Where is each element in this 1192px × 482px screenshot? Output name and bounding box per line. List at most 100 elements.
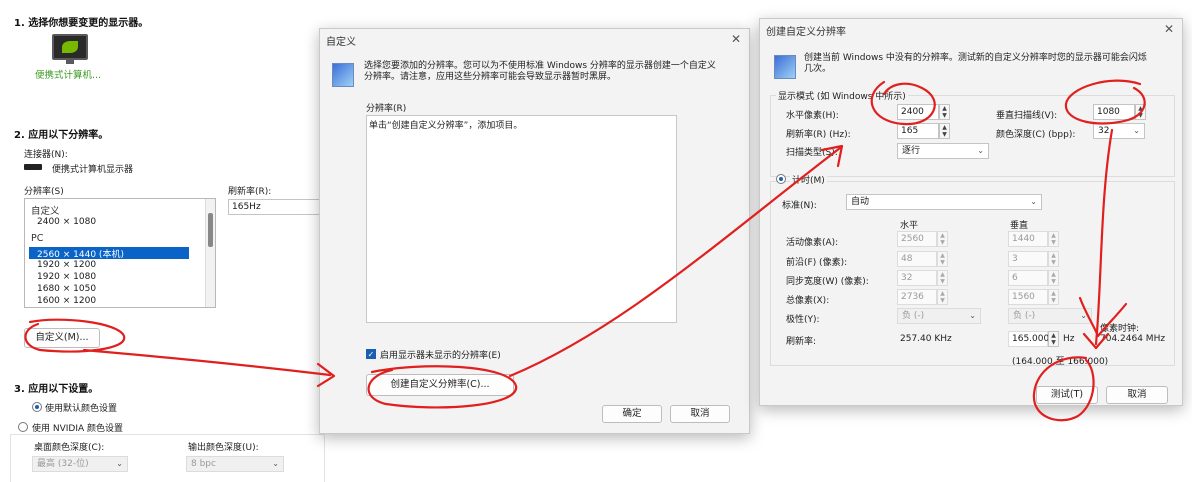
scan-type-value: 逐行 xyxy=(902,146,921,156)
output-depth-select[interactable]: 8 bpc ⌄ xyxy=(186,456,284,472)
refresh-rate-label: 刷新率(R) (Hz): xyxy=(786,130,851,140)
active-h-stepper[interactable]: ▲ ▼ xyxy=(937,231,948,247)
checkbox-label: 启用显示器未显示的分辨率(E) xyxy=(380,351,501,361)
v-lines-input[interactable]: 1080 xyxy=(1093,104,1135,120)
color-depth-select[interactable]: 32 ⌄ xyxy=(1093,123,1145,139)
front-v-input[interactable]: 3 xyxy=(1008,251,1048,267)
total-h-input[interactable]: 2736 xyxy=(897,289,937,305)
custom-dialog: 自定义 ✕ 选择您要添加的分辨率。您可以为不使用标准 Windows 分辨率的显… xyxy=(319,28,750,434)
dialog-description: 创建当前 Windows 中没有的分辨率。测试新的自定义分辨率时您的显示器可能会… xyxy=(804,53,1147,74)
refresh-rate-result-label: 刷新率: xyxy=(786,337,817,347)
list-item[interactable]: 1920 × 1080 xyxy=(37,272,96,282)
radio-nvidia-color[interactable] xyxy=(18,422,28,432)
dialog-title: 自定义 xyxy=(326,37,356,48)
front-h-input[interactable]: 48 xyxy=(897,251,937,267)
refresh-range: (164.000 至 166.000) xyxy=(1012,357,1109,367)
timing-radio[interactable] xyxy=(776,174,786,184)
scan-type-select[interactable]: 逐行 ⌄ xyxy=(897,143,989,159)
desktop-depth-select[interactable]: 最高 (32-位) ⌄ xyxy=(32,456,128,472)
polarity-h-select[interactable]: 负 (-) ⌄ xyxy=(897,308,981,324)
refresh-select[interactable]: 165Hz xyxy=(228,199,320,215)
total-pixels-label: 总像素(X): xyxy=(786,296,830,306)
connector-label: 连接器(N): xyxy=(24,150,68,160)
list-group-custom: 自定义 xyxy=(31,206,60,217)
desktop-depth-value: 最高 (32-位) xyxy=(37,459,89,469)
refresh-hz-stepper[interactable]: ▲ ▼ xyxy=(1048,331,1059,347)
front-porch-label: 前沿(F) (像素): xyxy=(786,258,848,268)
color-depth-value: 32 xyxy=(1098,126,1110,136)
timing-label: 计时(M) xyxy=(790,173,827,186)
radio-default-color[interactable] xyxy=(32,402,42,412)
desktop-depth-label: 桌面颜色深度(C): xyxy=(34,443,105,453)
total-v-stepper[interactable]: ▲ ▼ xyxy=(1048,289,1059,305)
list-scrollbar[interactable] xyxy=(205,199,215,307)
list-item[interactable]: 2400 × 1080 xyxy=(37,217,96,227)
h-pixels-stepper[interactable]: ▲ ▼ xyxy=(939,104,950,120)
list-group-pc: PC xyxy=(31,233,44,244)
pixel-clock-label: 像素时钟: xyxy=(1100,324,1140,334)
pixel-clock-value: 704.2464 MHz xyxy=(1100,334,1166,344)
sync-width-label: 同步宽度(W) (像素): xyxy=(786,277,869,287)
h-pixels-input[interactable]: 2400 xyxy=(897,104,939,120)
resolution-list[interactable]: 自定义 2400 × 1080 PC 2560 × 1440 (本机) 1920… xyxy=(24,198,216,308)
active-h-input[interactable]: 2560 xyxy=(897,231,937,247)
active-v-stepper[interactable]: ▲ ▼ xyxy=(1048,231,1059,247)
output-depth-label: 输出颜色深度(U): xyxy=(188,443,259,453)
sync-v-input[interactable]: 6 xyxy=(1008,270,1048,286)
chevron-down-icon: ⌄ xyxy=(116,459,123,468)
refresh-rate-input[interactable]: 165 xyxy=(897,123,939,139)
display-mode-label: 显示模式 (如 Windows 中所示) xyxy=(776,89,908,102)
total-h-stepper[interactable]: ▲ ▼ xyxy=(937,289,948,305)
total-v-input[interactable]: 1560 xyxy=(1008,289,1048,305)
display-icon xyxy=(774,55,796,79)
chevron-down-icon: ⌄ xyxy=(1030,197,1037,206)
radio-nvidia-label: 使用 NVIDIA 颜色设置 xyxy=(32,424,124,434)
refresh-label: 刷新率(R): xyxy=(228,187,272,197)
close-icon[interactable]: ✕ xyxy=(731,32,741,46)
list-item-selected[interactable]: 2560 × 1440 (本机) xyxy=(37,247,124,260)
display-icon xyxy=(332,63,354,87)
chevron-down-icon: ⌄ xyxy=(1133,126,1140,135)
cancel-button[interactable]: 取消 xyxy=(670,405,730,423)
sync-h-stepper[interactable]: ▲ ▼ xyxy=(937,270,948,286)
active-v-input[interactable]: 1440 xyxy=(1008,231,1048,247)
connector-icon xyxy=(24,164,42,170)
list-hint: 单击“创建自定义分辨率”，添加项目。 xyxy=(369,121,523,131)
list-item[interactable]: 1600 × 1200 xyxy=(37,296,96,306)
dialog-description: 选择您要添加的分辨率。您可以为不使用标准 Windows 分辨率的显示器创建一个… xyxy=(364,61,716,82)
enable-unexposed-checkbox[interactable]: ✓ xyxy=(366,349,376,359)
front-h-stepper[interactable]: ▲ ▼ xyxy=(937,251,948,267)
standard-label: 标准(N): xyxy=(782,201,817,211)
front-v-stepper[interactable]: ▲ ▼ xyxy=(1048,251,1059,267)
cancel-button[interactable]: 取消 xyxy=(1106,386,1168,404)
create-resolution-dialog: 创建自定义分辨率 ✕ 创建当前 Windows 中没有的分辨率。测试新的自定义分… xyxy=(759,18,1183,406)
output-depth-value: 8 bpc xyxy=(191,459,216,469)
polarity-v-select[interactable]: 负 (-) ⌄ xyxy=(1008,308,1092,324)
refresh-rate-stepper[interactable]: ▲ ▼ xyxy=(939,123,950,139)
list-item[interactable]: 1920 × 1200 xyxy=(37,260,96,270)
list-item[interactable]: 1680 × 1050 xyxy=(37,284,96,294)
v-lines-label: 垂直扫描线(V): xyxy=(996,111,1058,121)
create-custom-resolution-button[interactable]: 创建自定义分辨率(C)... xyxy=(366,374,514,396)
monitor-icon[interactable] xyxy=(52,34,88,64)
sync-h-input[interactable]: 32 xyxy=(897,270,937,286)
test-button[interactable]: 测试(T) xyxy=(1036,386,1098,404)
chevron-down-icon: ⌄ xyxy=(1080,311,1087,320)
v-lines-stepper[interactable]: ▲ ▼ xyxy=(1135,104,1146,120)
refresh-hz-input[interactable]: 165.000 xyxy=(1008,331,1049,347)
column-horizontal: 水平 xyxy=(900,221,919,231)
polarity-label: 极性(Y): xyxy=(786,315,820,325)
ok-button[interactable]: 确定 xyxy=(602,405,662,423)
standard-select[interactable]: 自动 ⌄ xyxy=(846,194,1042,210)
radio-default-label: 使用默认颜色设置 xyxy=(45,404,118,414)
custom-button[interactable]: 自定义(M)... xyxy=(24,328,100,348)
standard-value: 自动 xyxy=(851,197,870,207)
monitor-label[interactable]: 便携式计算机... xyxy=(35,67,101,81)
custom-resolution-list[interactable]: 单击“创建自定义分辨率”，添加项目。 xyxy=(366,115,677,323)
chevron-down-icon: ⌄ xyxy=(272,459,279,468)
sync-v-stepper[interactable]: ▲ ▼ xyxy=(1048,270,1059,286)
close-icon[interactable]: ✕ xyxy=(1164,22,1174,36)
step1-title: 1. 选择你想要变更的显示器。 xyxy=(14,18,149,29)
resolution-label: 分辨率(S) xyxy=(24,187,64,197)
h-pixels-label: 水平像素(H): xyxy=(786,111,839,121)
